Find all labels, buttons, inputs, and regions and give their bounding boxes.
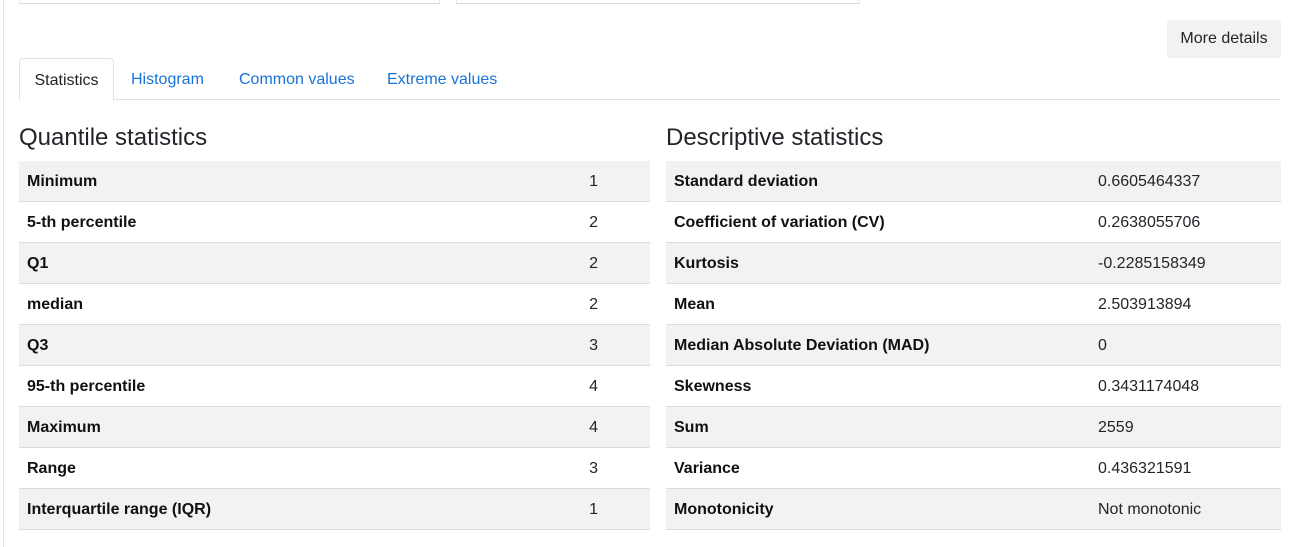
quantile-row: Minimum 1 <box>19 161 650 202</box>
previous-section-card-right <box>456 0 860 4</box>
tab-statistics[interactable]: Statistics <box>19 58 114 101</box>
stat-label: Interquartile range (IQR) <box>27 501 212 518</box>
quantile-row: Maximum 4 <box>19 407 650 448</box>
quantile-row: Q3 3 <box>19 325 650 366</box>
stat-value: 2559 <box>1098 419 1134 436</box>
quantile-row: median 2 <box>19 284 650 325</box>
stat-label: Kurtosis <box>674 255 739 272</box>
stat-value: 2.503913894 <box>1098 296 1192 313</box>
descriptive-statistics-title: Descriptive statistics <box>666 124 884 151</box>
stat-label: Variance <box>674 460 740 477</box>
stat-label: Sum <box>674 419 709 436</box>
stats-tab-bar: Statistics Histogram Common values Extre… <box>19 58 1281 101</box>
descriptive-statistics-table: Standard deviation 0.6605464337 Coefficien… <box>666 161 1281 530</box>
quantile-row: Interquartile range (IQR) 1 <box>19 489 650 530</box>
stat-label: Skewness <box>674 378 752 395</box>
quantile-row: 95-th percentile 4 <box>19 366 650 407</box>
stat-label: 5-th percentile <box>27 214 137 231</box>
stat-label: 95-th percentile <box>27 378 146 395</box>
stat-value: 4 <box>589 419 598 436</box>
quantile-statistics-table: Minimum 1 5-th percentile 2 Q1 2 median 2 Q3 3 95-… <box>19 161 650 530</box>
stat-value: 0.6605464337 <box>1098 173 1201 190</box>
stat-value: 1 <box>589 501 598 518</box>
stat-value: 3 <box>589 460 598 477</box>
stat-value: 4 <box>589 378 598 395</box>
stat-value: 2 <box>589 255 598 272</box>
descriptive-row: Sum 2559 <box>666 407 1281 448</box>
stat-value: 2 <box>589 296 598 313</box>
stat-value: 0.436321591 <box>1098 460 1192 477</box>
stat-label: Monotonicity <box>674 501 774 518</box>
quantile-row: Q1 2 <box>19 243 650 284</box>
quantile-row: 5-th percentile 2 <box>19 202 650 243</box>
descriptive-row: Monotonicity Not monotonic <box>666 489 1281 530</box>
previous-section-card-left <box>19 0 440 4</box>
descriptive-row: Kurtosis -0.2285158349 <box>666 243 1281 284</box>
stat-value: 0.3431174048 <box>1098 378 1200 395</box>
quantile-row: Range 3 <box>19 448 650 489</box>
stat-label: Q3 <box>27 337 49 354</box>
stat-label: Maximum <box>27 419 101 436</box>
stat-label: median <box>27 296 84 313</box>
descriptive-row: Median Absolute Deviation (MAD) 0 <box>666 325 1281 366</box>
stat-label: Median Absolute Deviation (MAD) <box>674 337 930 354</box>
stat-value: Not monotonic <box>1098 501 1202 518</box>
stat-label: Coefficient of variation (CV) <box>674 214 885 231</box>
descriptive-row: Variance 0.436321591 <box>666 448 1281 489</box>
stat-value: 0 <box>1098 337 1107 354</box>
descriptive-row: Mean 2.503913894 <box>666 284 1281 325</box>
tab-extreme-values[interactable]: Extreme values <box>387 58 497 100</box>
descriptive-row: Skewness 0.3431174048 <box>666 366 1281 407</box>
stat-label: Range <box>27 460 76 477</box>
descriptive-row: Standard deviation 0.6605464337 <box>666 161 1281 202</box>
stat-value: 0.2638055706 <box>1098 214 1201 231</box>
descriptive-row: Coefficient of variation (CV) 0.263805570… <box>666 202 1281 243</box>
stat-value: 1 <box>589 173 598 190</box>
more-details-button[interactable]: More details <box>1167 20 1281 58</box>
quantile-statistics-title: Quantile statistics <box>19 124 208 151</box>
stat-label: Minimum <box>27 173 98 190</box>
stat-value: 3 <box>589 337 598 354</box>
stat-label: Mean <box>674 296 715 313</box>
page-left-border <box>3 0 4 547</box>
stat-value: 2 <box>589 214 598 231</box>
stat-label: Q1 <box>27 255 49 272</box>
tab-histogram[interactable]: Histogram <box>131 58 204 100</box>
tab-common-values[interactable]: Common values <box>239 58 355 100</box>
stat-value: -0.2285158349 <box>1098 255 1206 272</box>
stat-label: Standard deviation <box>674 173 819 190</box>
